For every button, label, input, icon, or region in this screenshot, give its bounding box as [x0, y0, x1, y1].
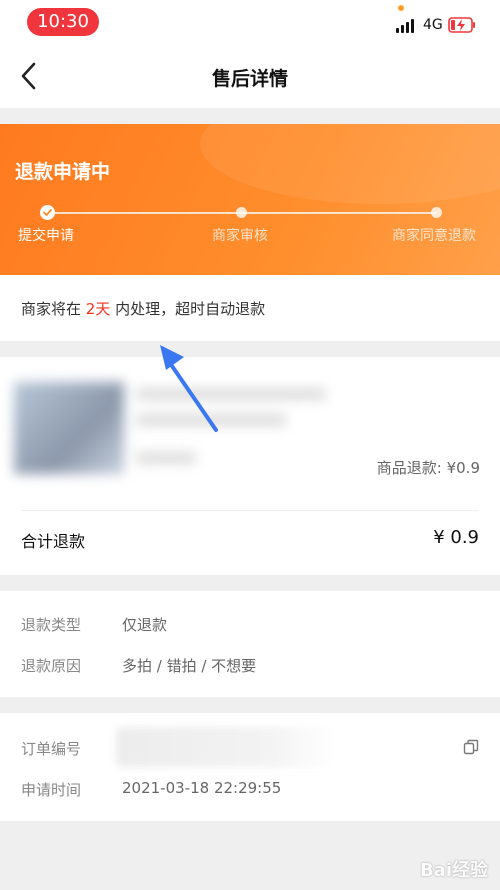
product-name-blurred — [136, 388, 326, 400]
page-title: 售后详情 — [211, 68, 288, 90]
step-dot-submitted — [40, 205, 55, 220]
nav-bar: 售后详情 — [0, 44, 500, 108]
divider — [21, 510, 479, 511]
order-number-label: 订单编号 — [21, 740, 82, 758]
total-refund-label: 合计退款 — [21, 532, 86, 551]
processing-notice: 商家将在 2天 内处理，超时自动退款 — [0, 275, 500, 341]
check-icon — [43, 209, 52, 216]
order-number-blurred — [116, 727, 336, 767]
notice-prefix: 商家将在 — [21, 300, 86, 318]
refund-reason-label: 退款原因 — [21, 657, 82, 675]
total-refund-value: ¥ 0.9 — [433, 527, 479, 548]
signal-icon — [396, 17, 418, 33]
step-label-submitted: 提交申请 — [18, 228, 74, 244]
refund-info-card: 退款类型 仅退款 退款原因 多拍 / 错拍 / 不想要 — [0, 591, 500, 697]
banner-decoration — [200, 124, 500, 204]
refund-type-value: 仅退款 — [122, 616, 168, 634]
status-time: 10:30 — [27, 8, 99, 36]
step-label-merchant-review: 商家审核 — [212, 228, 268, 244]
step-label-merchant-agree: 商家同意退款 — [392, 228, 476, 244]
apply-time-value: 2021-03-18 22:29:55 — [122, 779, 282, 797]
item-refund-amount: 商品退款: ¥0.9 — [376, 459, 480, 477]
notice-days: 2天 — [85, 300, 111, 318]
refund-type-label: 退款类型 — [21, 616, 82, 634]
status-bar: 10:30 4G — [0, 0, 500, 44]
step-dot-merchant-review — [236, 207, 247, 218]
refund-reason-value: 多拍 / 错拍 / 不想要 — [122, 657, 257, 675]
privacy-indicator-dot — [398, 5, 404, 11]
battery-icon — [448, 17, 475, 33]
network-label: 4G — [423, 17, 443, 33]
watermark: Bai经验 — [419, 860, 488, 881]
refund-status-title: 退款申请中 — [15, 161, 111, 183]
goods-card: 商品退款: ¥0.9 合计退款 ¥ 0.9 — [0, 357, 500, 575]
goods-item-blurred[interactable] — [8, 374, 348, 480]
order-info-card: 订单编号 申请时间 2021-03-18 22:29:55 — [0, 713, 500, 821]
step-dot-merchant-agree — [431, 207, 442, 218]
product-thumbnail — [14, 382, 124, 474]
copy-icon[interactable] — [463, 739, 479, 755]
notice-text: 商家将在 2天 内处理，超时自动退款 — [21, 298, 265, 319]
notice-suffix: 内处理，超时自动退款 — [110, 300, 266, 318]
product-qty-blurred — [136, 452, 196, 464]
apply-time-label: 申请时间 — [21, 781, 82, 799]
refund-status-banner: 退款申请中 提交申请 商家审核 商家同意退款 — [0, 124, 500, 275]
product-spec-blurred — [136, 414, 286, 426]
